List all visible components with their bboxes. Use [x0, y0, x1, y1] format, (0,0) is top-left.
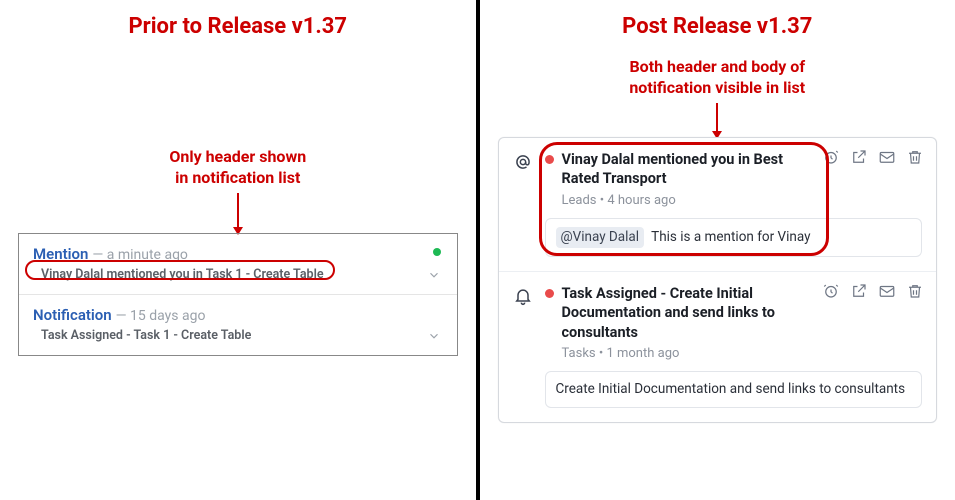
notification-time: — 15 days ago [116, 308, 206, 324]
notification-meta: Leads • 4 hours ago [562, 193, 923, 208]
chevron-down-icon[interactable] [427, 329, 441, 343]
prior-annotation: Only header shown in notification list [18, 147, 458, 189]
notification-meta: Tasks • 1 month ago [562, 346, 923, 361]
notification-time: — a minute ago [92, 247, 188, 263]
notification-header-line: Task Assigned - Task 1 - Create Table [41, 328, 443, 343]
unread-dot [545, 155, 554, 164]
open-external-icon[interactable] [850, 282, 868, 300]
mark-read-icon[interactable] [878, 282, 896, 300]
post-annotation: Both header and body of notification vis… [498, 57, 938, 99]
delete-icon[interactable] [906, 282, 924, 300]
snooze-icon[interactable] [822, 148, 840, 166]
list-item[interactable]: Notification — 15 days ago Task Assigned… [19, 295, 457, 355]
mark-read-icon[interactable] [878, 148, 896, 166]
arrow-icon [237, 193, 239, 233]
mention-chip[interactable]: @Vinay Dalal [556, 227, 645, 248]
bell-icon [513, 284, 533, 409]
prior-release-panel: Prior to Release v1.37 Only header shown… [0, 0, 480, 500]
list-item[interactable]: Vinay Dalal mentioned you in Best Rated … [499, 138, 937, 272]
notification-list-prior: Mention — a minute ago Vinay Dalal menti… [18, 233, 458, 356]
notification-type: Mention [33, 245, 88, 263]
notification-list-post: Vinay Dalal mentioned you in Best Rated … [498, 137, 938, 424]
notification-body: @Vinay Dalal This is a mention for Vinay [545, 218, 923, 257]
notification-header: Vinay Dalal mentioned you in Best Rated … [562, 150, 792, 189]
at-icon [513, 150, 533, 257]
open-external-icon[interactable] [850, 148, 868, 166]
notification-body-text: This is a mention for Vinay [651, 229, 810, 245]
notification-type: Notification [33, 306, 112, 324]
list-item[interactable]: Task Assigned - Create Initial Documenta… [499, 272, 937, 423]
notification-body: Create Initial Documentation and send li… [545, 371, 923, 408]
notification-header: Task Assigned - Create Initial Documenta… [562, 284, 832, 343]
notification-body-text: Create Initial Documentation and send li… [556, 381, 906, 397]
arrow-icon [716, 103, 718, 137]
post-release-panel: Post Release v1.37 Both header and body … [480, 0, 955, 500]
post-release-title: Post Release v1.37 [498, 14, 938, 39]
delete-icon[interactable] [906, 148, 924, 166]
notification-header-line: Vinay Dalal mentioned you in Task 1 - Cr… [41, 267, 443, 282]
list-item[interactable]: Mention — a minute ago Vinay Dalal menti… [19, 234, 457, 295]
chevron-down-icon[interactable] [427, 268, 441, 282]
unread-dot [433, 248, 441, 256]
prior-release-title: Prior to Release v1.37 [18, 14, 458, 39]
unread-dot [545, 289, 554, 298]
snooze-icon[interactable] [822, 282, 840, 300]
